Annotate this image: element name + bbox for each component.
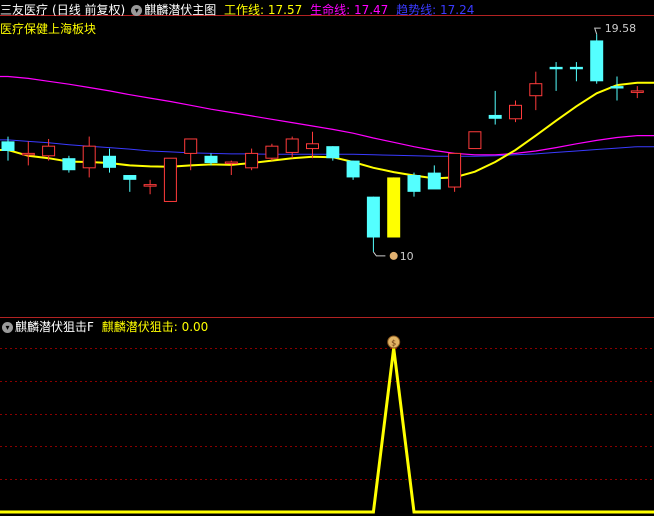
- money-bag-glyph: $: [391, 339, 396, 348]
- candle-body: [630, 90, 644, 93]
- candle-body: [590, 40, 604, 82]
- candle: [224, 160, 238, 176]
- work-line: [0, 81, 654, 180]
- candle: [387, 177, 401, 238]
- candle: [569, 62, 583, 82]
- candle: [143, 179, 157, 195]
- sub-indicator-layer: $: [0, 335, 654, 514]
- candle-body: [448, 152, 462, 188]
- candle-body: [42, 145, 56, 157]
- candle-body: [468, 131, 482, 150]
- indicator-lines: [0, 75, 654, 180]
- candle-body: [610, 86, 624, 89]
- low-marker-arrow: [373, 251, 386, 257]
- candle: [346, 160, 360, 180]
- candle-body: [346, 160, 360, 178]
- stock-name: 三友医疗: [0, 3, 49, 17]
- candle: [509, 100, 522, 123]
- candle-body: [427, 172, 441, 190]
- candle-body: [245, 152, 259, 169]
- candle: [549, 62, 563, 91]
- candle-body: [184, 138, 198, 154]
- candle: [163, 157, 177, 202]
- candlestick-chart[interactable]: 19.58 10 $: [0, 0, 654, 516]
- candle-body: [285, 138, 299, 153]
- trend-line-legend: 趋势线: 17.24: [396, 3, 475, 17]
- candle-body: [21, 152, 35, 156]
- candle: [123, 175, 137, 192]
- sub-legend: ▾ 麒麟潜伏狙击F 麒麟潜伏狙击: 0.00: [0, 319, 212, 335]
- high-marker-arrow: [594, 27, 601, 35]
- candle: [103, 148, 116, 173]
- candle-body: [123, 175, 137, 180]
- life-line-legend: 生命线: 17.47: [310, 3, 389, 17]
- candle-body: [103, 155, 116, 168]
- candle-body: [529, 83, 543, 97]
- main-legend: 三友医疗 (日线 前复权) ▾ 麒麟潜伏主图 工作线: 17.57 生命线: 17.4…: [0, 2, 478, 18]
- candle-body: [224, 161, 238, 165]
- candle: [448, 152, 462, 192]
- candle-body: [569, 66, 583, 70]
- candle-body: [549, 66, 563, 70]
- period-label: (日线 前复权): [52, 3, 126, 17]
- candle: [529, 71, 543, 111]
- candle: [265, 143, 279, 161]
- candle-body: [62, 158, 76, 171]
- candle-body: [366, 196, 380, 238]
- candle-body: [143, 184, 157, 187]
- candle: [468, 131, 482, 150]
- sub-value-legend: 麒麟潜伏狙击: 0.00: [101, 320, 209, 334]
- candle: [21, 141, 35, 166]
- candle: [630, 86, 644, 99]
- candle: [245, 148, 259, 171]
- candle: [62, 155, 76, 173]
- work-line-legend: 工作线: 17.57: [224, 3, 303, 17]
- candle: [407, 172, 421, 197]
- chevron-down-icon[interactable]: ▾: [2, 322, 13, 333]
- sniper-signal-line: [0, 347, 654, 514]
- candle-body: [326, 146, 340, 159]
- sector-label: 医疗保健上海板块: [0, 22, 97, 36]
- candles-layer: [1, 34, 644, 252]
- candle-body: [265, 145, 279, 159]
- candle-body: [1, 141, 15, 151]
- candle-body: [163, 157, 177, 202]
- candle-body: [488, 114, 502, 119]
- candle: [82, 136, 96, 178]
- high-price-label: 19.58: [605, 22, 637, 35]
- candle-body: [509, 104, 522, 120]
- candle-body: [306, 143, 319, 150]
- candle: [285, 136, 299, 159]
- candle-body: [407, 175, 421, 192]
- chevron-down-icon[interactable]: ▾: [131, 5, 143, 16]
- candle-body: [204, 155, 218, 163]
- candle: [590, 34, 604, 84]
- sub-indicator-name[interactable]: 麒麟潜伏狙击F: [15, 320, 94, 334]
- low-label: 10: [400, 250, 414, 263]
- candle: [366, 196, 380, 252]
- candle-body: [82, 145, 96, 169]
- candle-body: [387, 177, 401, 238]
- candle: [610, 76, 624, 101]
- candle: [427, 165, 441, 190]
- indicator-name[interactable]: 麒麟潜伏主图: [144, 3, 216, 17]
- money-bag-icon: [389, 251, 398, 260]
- candle: [488, 90, 502, 125]
